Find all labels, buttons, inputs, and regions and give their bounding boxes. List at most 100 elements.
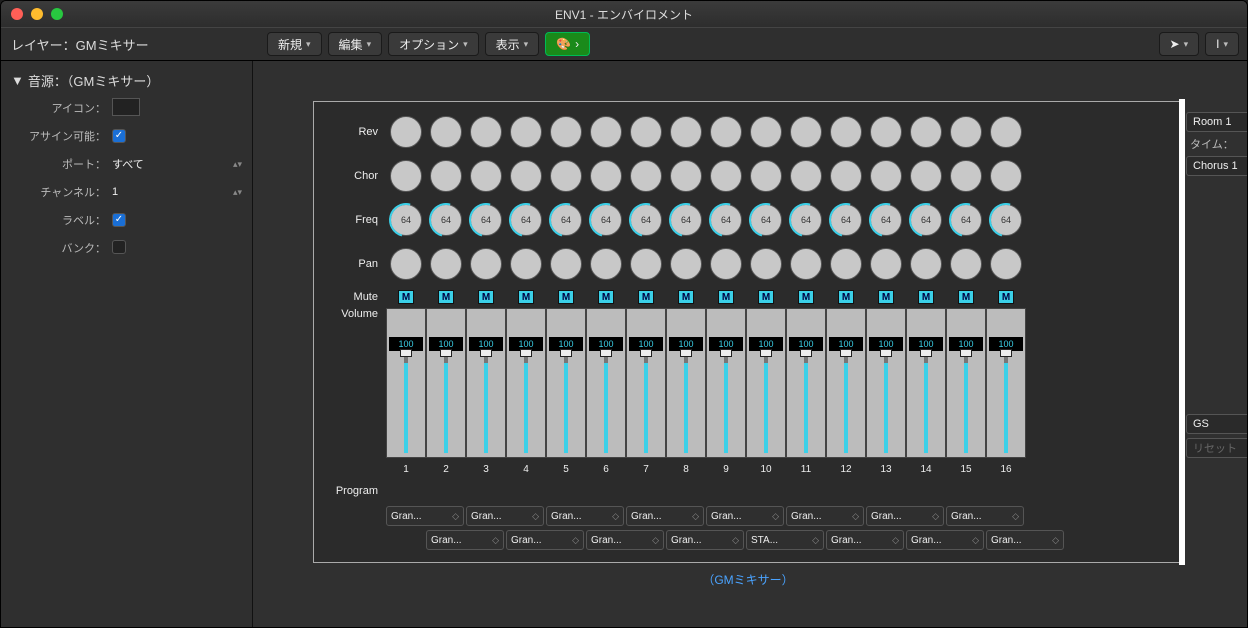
mute-button[interactable]: M xyxy=(906,287,946,307)
gm-mixer-object[interactable]: Room 1◇ タイム：0 Chorus 1◇ GS◇ リセット Rev Cho… xyxy=(313,101,1183,563)
pan-knob[interactable] xyxy=(746,245,786,283)
rev-knob[interactable] xyxy=(426,113,466,151)
new-button[interactable]: 新規▾ xyxy=(267,32,322,56)
chor-knob[interactable] xyxy=(626,157,666,195)
program-select[interactable]: Gran...◇ xyxy=(466,506,544,526)
rev-knob[interactable] xyxy=(866,113,906,151)
program-select[interactable]: Gran...◇ xyxy=(986,530,1064,550)
program-select[interactable]: Gran...◇ xyxy=(706,506,784,526)
channel-value[interactable]: 1 xyxy=(112,186,118,198)
program-select[interactable]: Gran...◇ xyxy=(386,506,464,526)
mute-button[interactable]: M xyxy=(666,287,706,307)
volume-fader[interactable]: 100 xyxy=(666,308,706,458)
program-select[interactable]: Gran...◇ xyxy=(866,506,944,526)
pan-knob[interactable] xyxy=(626,245,666,283)
freq-knob[interactable]: 64 xyxy=(426,201,466,239)
reverb-select[interactable]: Room 1◇ xyxy=(1186,112,1248,132)
disclosure-triangle-icon[interactable]: ▼ xyxy=(11,73,24,88)
chor-knob[interactable] xyxy=(546,157,586,195)
program-select[interactable]: STA...◇ xyxy=(746,530,824,550)
program-select[interactable]: Gran...◇ xyxy=(546,506,624,526)
chor-knob[interactable] xyxy=(466,157,506,195)
chor-knob[interactable] xyxy=(666,157,706,195)
rev-knob[interactable] xyxy=(586,113,626,151)
freq-knob[interactable]: 64 xyxy=(626,201,666,239)
chor-knob[interactable] xyxy=(586,157,626,195)
volume-fader[interactable]: 100 xyxy=(786,308,826,458)
pan-knob[interactable] xyxy=(386,245,426,283)
mode-select[interactable]: GS◇ xyxy=(1186,414,1248,434)
freq-knob[interactable]: 64 xyxy=(786,201,826,239)
volume-fader[interactable]: 100 xyxy=(746,308,786,458)
rev-knob[interactable] xyxy=(986,113,1026,151)
reset-button[interactable]: リセット xyxy=(1186,438,1248,458)
program-select[interactable]: Gran...◇ xyxy=(426,530,504,550)
freq-knob[interactable]: 64 xyxy=(386,201,426,239)
mute-button[interactable]: M xyxy=(506,287,546,307)
rev-knob[interactable] xyxy=(746,113,786,151)
mixer-icon[interactable] xyxy=(112,98,140,116)
volume-fader[interactable]: 100 xyxy=(506,308,546,458)
pan-knob[interactable] xyxy=(466,245,506,283)
freq-knob[interactable]: 64 xyxy=(906,201,946,239)
midi-button[interactable]: 🎨› xyxy=(545,32,590,56)
chor-knob[interactable] xyxy=(986,157,1026,195)
chor-knob[interactable] xyxy=(826,157,866,195)
rev-knob[interactable] xyxy=(546,113,586,151)
pointer-tool[interactable]: ➤▾ xyxy=(1159,32,1200,56)
mute-button[interactable]: M xyxy=(546,287,586,307)
chor-knob[interactable] xyxy=(746,157,786,195)
freq-knob[interactable]: 64 xyxy=(546,201,586,239)
chor-knob[interactable] xyxy=(426,157,466,195)
pan-knob[interactable] xyxy=(506,245,546,283)
stepper-icon[interactable]: ▴▾ xyxy=(233,161,242,167)
mute-button[interactable]: M xyxy=(466,287,506,307)
volume-fader[interactable]: 100 xyxy=(546,308,586,458)
chor-knob[interactable] xyxy=(706,157,746,195)
volume-fader[interactable]: 100 xyxy=(866,308,906,458)
freq-knob[interactable]: 64 xyxy=(826,201,866,239)
program-select[interactable]: Gran...◇ xyxy=(586,530,664,550)
pan-knob[interactable] xyxy=(906,245,946,283)
freq-knob[interactable]: 64 xyxy=(866,201,906,239)
program-select[interactable]: Gran...◇ xyxy=(826,530,904,550)
pan-knob[interactable] xyxy=(826,245,866,283)
pan-knob[interactable] xyxy=(866,245,906,283)
freq-knob[interactable]: 64 xyxy=(986,201,1026,239)
edit-button[interactable]: 編集▾ xyxy=(328,32,383,56)
volume-fader[interactable]: 100 xyxy=(466,308,506,458)
environment-canvas[interactable]: Room 1◇ タイム：0 Chorus 1◇ GS◇ リセット Rev Cho… xyxy=(253,61,1247,627)
pan-knob[interactable] xyxy=(786,245,826,283)
stepper-icon[interactable]: ▴▾ xyxy=(233,189,242,195)
program-select[interactable]: Gran...◇ xyxy=(666,530,744,550)
mute-button[interactable]: M xyxy=(586,287,626,307)
mute-button[interactable]: M xyxy=(426,287,466,307)
port-value[interactable]: すべて xyxy=(112,156,144,172)
pan-knob[interactable] xyxy=(586,245,626,283)
pan-knob[interactable] xyxy=(986,245,1026,283)
rev-knob[interactable] xyxy=(786,113,826,151)
freq-knob[interactable]: 64 xyxy=(506,201,546,239)
program-select[interactable]: Gran...◇ xyxy=(506,530,584,550)
bank-checkbox[interactable] xyxy=(112,240,126,254)
freq-knob[interactable]: 64 xyxy=(746,201,786,239)
chor-knob[interactable] xyxy=(946,157,986,195)
mute-button[interactable]: M xyxy=(946,287,986,307)
volume-fader[interactable]: 100 xyxy=(626,308,666,458)
rev-knob[interactable] xyxy=(946,113,986,151)
freq-knob[interactable]: 64 xyxy=(586,201,626,239)
view-button[interactable]: 表示▾ xyxy=(485,32,540,56)
mute-button[interactable]: M xyxy=(986,287,1026,307)
program-select[interactable]: Gran...◇ xyxy=(906,530,984,550)
freq-knob[interactable]: 64 xyxy=(946,201,986,239)
chorus-select[interactable]: Chorus 1◇ xyxy=(1186,156,1248,176)
label-checkbox[interactable] xyxy=(112,213,126,227)
program-select[interactable]: Gran...◇ xyxy=(946,506,1024,526)
program-select[interactable]: Gran...◇ xyxy=(626,506,704,526)
volume-fader[interactable]: 100 xyxy=(986,308,1026,458)
rev-knob[interactable] xyxy=(826,113,866,151)
volume-fader[interactable]: 100 xyxy=(826,308,866,458)
text-tool[interactable]: I▾ xyxy=(1205,32,1239,56)
pan-knob[interactable] xyxy=(706,245,746,283)
mute-button[interactable]: M xyxy=(826,287,866,307)
